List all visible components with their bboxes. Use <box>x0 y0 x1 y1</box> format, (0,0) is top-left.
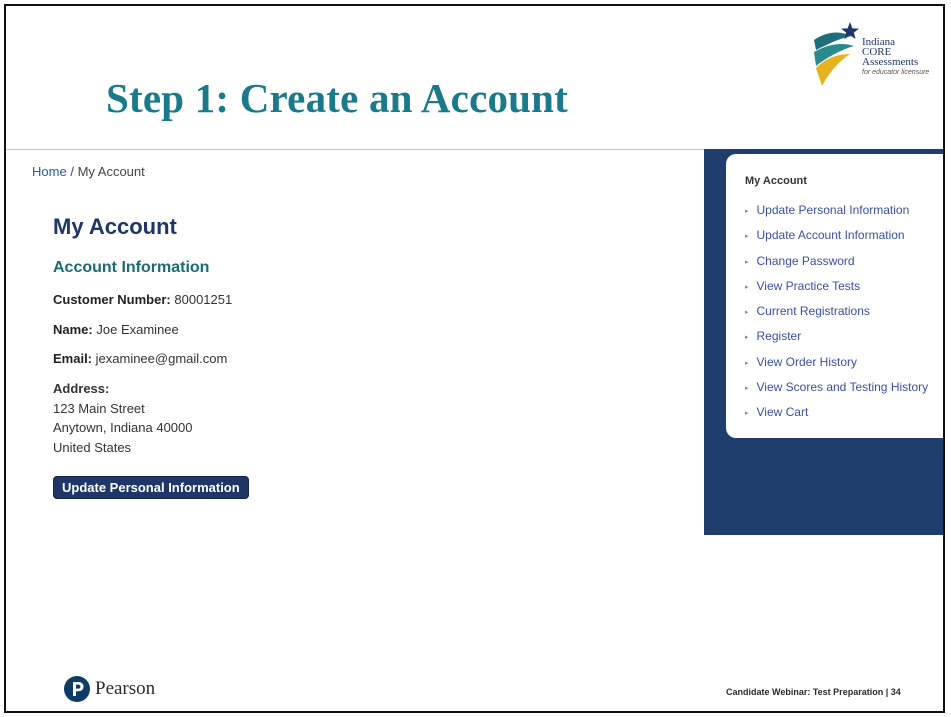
indiana-core-logo: Indiana CORE Assessments for educator li… <box>808 20 943 95</box>
name-row: Name: Joe Examinee <box>53 322 179 337</box>
name-value: Joe Examinee <box>96 322 179 337</box>
address-block: Address: 123 Main Street Anytown, Indian… <box>53 379 193 457</box>
breadcrumb-current: My Account <box>77 164 145 179</box>
sidebar-item-label: View Practice Tests <box>756 278 861 293</box>
email-row: Email: jexaminee@gmail.com <box>53 351 227 366</box>
customer-number-label: Customer Number: <box>53 292 171 307</box>
sidebar-item-label: Update Personal Information <box>756 203 910 217</box>
sidebar-item-label: View Order History <box>756 354 857 369</box>
bullet-icon: ▸ <box>745 385 749 393</box>
sidebar-item-label: View Scores and Testing History <box>756 380 929 395</box>
customer-number-row: Customer Number: 80001251 <box>53 292 232 307</box>
sidebar-item-label: Update Account Information <box>756 228 905 243</box>
pearson-wordmark: Pearson <box>95 678 156 699</box>
sidebar-item-label: Register <box>756 329 802 344</box>
sidebar-list: ▸ Update Personal Information ▸ Update Acc… <box>745 203 928 431</box>
logo-tagline: for educator licensure <box>862 69 930 76</box>
slide: Step 1: Create an Account Indiana CORE A… <box>4 4 945 713</box>
sidebar-item-update-personal-information[interactable]: ▸ Update Personal Information <box>745 203 928 228</box>
star-swoosh-icon <box>814 22 859 86</box>
breadcrumb-separator: / <box>70 164 74 179</box>
update-personal-information-button[interactable]: Update Personal Information <box>53 476 249 499</box>
sidebar-menu: My Account ▸ Update Personal Information … <box>726 154 943 438</box>
sidebar-item-update-account-information[interactable]: ▸ Update Account Information <box>745 228 928 253</box>
sidebar-item-change-password[interactable]: ▸ Change Password <box>745 254 928 279</box>
email-label: Email: <box>53 351 93 366</box>
bullet-icon: ▸ <box>745 359 749 367</box>
sidebar-item-view-order-history[interactable]: ▸ View Order History <box>745 355 928 380</box>
email-value: jexaminee@gmail.com <box>95 351 228 366</box>
address-label: Address: <box>53 381 110 396</box>
address-line2: Anytown, Indiana 40000 <box>53 420 193 435</box>
slide-title: Step 1: Create an Account <box>106 75 569 121</box>
address-line1: 123 Main Street <box>53 400 145 416</box>
footer-caption: Candidate Webinar: Test Preparation | 34 <box>726 687 901 697</box>
address-line3: United States <box>53 439 132 455</box>
sidebar-item-view-cart[interactable]: ▸ View Cart <box>745 405 928 430</box>
bullet-icon: ▸ <box>745 334 749 342</box>
sidebar-item-label: View Cart <box>756 405 809 420</box>
logo-wordmark: Indiana CORE Assessments for educator li… <box>862 37 929 78</box>
bullet-icon: ▸ <box>745 410 749 418</box>
customer-number-value: 80001251 <box>174 292 233 307</box>
pearson-p-icon <box>64 676 90 702</box>
breadcrumb-home-link[interactable]: Home <box>32 164 67 179</box>
sidebar-title: My Account <box>745 175 807 187</box>
sidebar-item-label: Change Password <box>756 253 855 268</box>
breadcrumb: Home / My Account <box>32 164 145 179</box>
sidebar-item-label: Current Registrations <box>756 304 870 319</box>
bullet-icon: ▸ <box>745 208 749 215</box>
logo-line3: Assessments <box>862 56 919 68</box>
name-label: Name: <box>53 322 93 337</box>
sidebar-item-register[interactable]: ▸ Register <box>745 329 928 354</box>
page-title: My Account <box>53 214 177 239</box>
bullet-icon: ▸ <box>745 233 749 241</box>
bullet-icon: ▸ <box>745 309 749 317</box>
bullet-icon: ▸ <box>745 283 749 291</box>
sidebar-item-current-registrations[interactable]: ▸ Current Registrations <box>745 304 928 329</box>
bullet-icon: ▸ <box>745 258 749 266</box>
sidebar-item-view-scores-and-testing-history[interactable]: ▸ View Scores and Testing History <box>745 380 928 405</box>
section-title: Account Information <box>53 259 210 276</box>
sidebar-item-view-practice-tests[interactable]: ▸ View Practice Tests <box>745 279 928 304</box>
